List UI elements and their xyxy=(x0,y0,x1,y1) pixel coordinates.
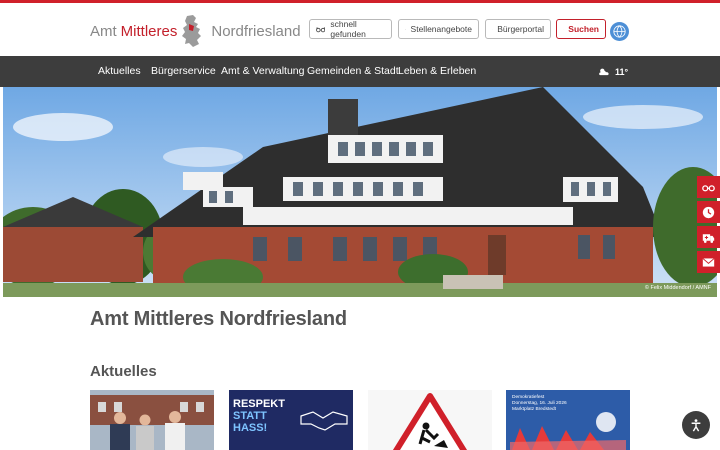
site-logo[interactable]: Amt Mittleres Nordfriesland xyxy=(90,13,301,49)
accessibility-icon xyxy=(691,419,701,432)
respekt-line-3: HASS! xyxy=(233,422,268,434)
hero-image: © Felix Middendorf / AMNF xyxy=(3,87,717,297)
quick-find-label: schnell gefunden xyxy=(330,19,366,39)
main-navigation: Aktuelles Bürgerservice Amt & Verwaltung… xyxy=(0,56,720,87)
nav-item-amt-verwaltung[interactable]: Amt & Verwaltung xyxy=(221,56,304,87)
cloudy-icon xyxy=(599,68,609,76)
nav-item-leben-erleben[interactable]: Leben & Erleben xyxy=(398,56,476,87)
jobs-label: Stellenangebote xyxy=(410,24,472,34)
side-tool-emergency[interactable] xyxy=(697,226,720,248)
weather-widget[interactable]: 11° xyxy=(598,56,628,87)
page-title: Amt Mittleres Nordfriesland xyxy=(90,308,347,330)
glasses-icon xyxy=(316,26,326,32)
festival-graphic xyxy=(510,412,626,450)
search-label: Suchen xyxy=(568,24,599,34)
clock-icon xyxy=(702,206,715,218)
construction-sign-icon xyxy=(392,393,468,450)
news-card-4[interactable]: Demokratiefest Donnerstag, 16. Juli 2026… xyxy=(506,390,630,450)
handshake-icon xyxy=(300,411,348,431)
map-logo-icon xyxy=(182,15,202,47)
logo-text-amt: Amt xyxy=(90,22,117,40)
respekt-line-2: STATT xyxy=(233,410,267,422)
news-card-2[interactable]: RESPEKT STATT HASS! xyxy=(229,390,353,450)
logo-text-nordfriesland: Nordfriesland xyxy=(211,22,301,40)
jobs-button[interactable]: Stellenangebote xyxy=(398,19,479,39)
building-photo xyxy=(3,87,717,297)
news-image-people xyxy=(90,390,214,450)
site-header: Amt Mittleres Nordfriesland schnell gefu… xyxy=(0,3,720,56)
side-tool-opening-hours[interactable] xyxy=(697,201,720,223)
accessibility-button[interactable] xyxy=(682,411,710,439)
news-card-1[interactable] xyxy=(90,390,214,450)
weather-temperature: 11° xyxy=(615,66,629,77)
side-tool-quick-find[interactable] xyxy=(697,176,720,198)
nav-item-buergerservice[interactable]: Bürgerservice xyxy=(151,56,216,87)
logo-text-mittleres: Mittleres xyxy=(120,22,178,40)
globe-icon xyxy=(613,25,626,38)
news-card-3[interactable] xyxy=(368,390,492,450)
side-tool-contact[interactable] xyxy=(697,251,720,273)
photo-credit: © Felix Middendorf / AMNF xyxy=(644,285,711,291)
news-section-title: Aktuelles xyxy=(90,363,157,380)
nav-item-gemeinden-stadt[interactable]: Gemeinden & Stadt xyxy=(307,56,399,87)
quick-find-button[interactable]: schnell gefunden xyxy=(309,19,392,39)
nav-item-aktuelles[interactable]: Aktuelles xyxy=(98,56,141,87)
handshake-icon xyxy=(405,28,406,30)
respekt-line-1: RESPEKT xyxy=(233,398,285,410)
glasses-icon xyxy=(702,184,715,191)
citizen-portal-label: Bürgerportal xyxy=(497,24,544,34)
language-globe-icon[interactable] xyxy=(610,22,629,41)
ambulance-icon xyxy=(702,233,715,243)
search-button[interactable]: Suchen xyxy=(556,19,606,39)
citizen-portal-button[interactable]: Bürgerportal xyxy=(485,19,551,39)
mail-icon xyxy=(702,257,715,267)
